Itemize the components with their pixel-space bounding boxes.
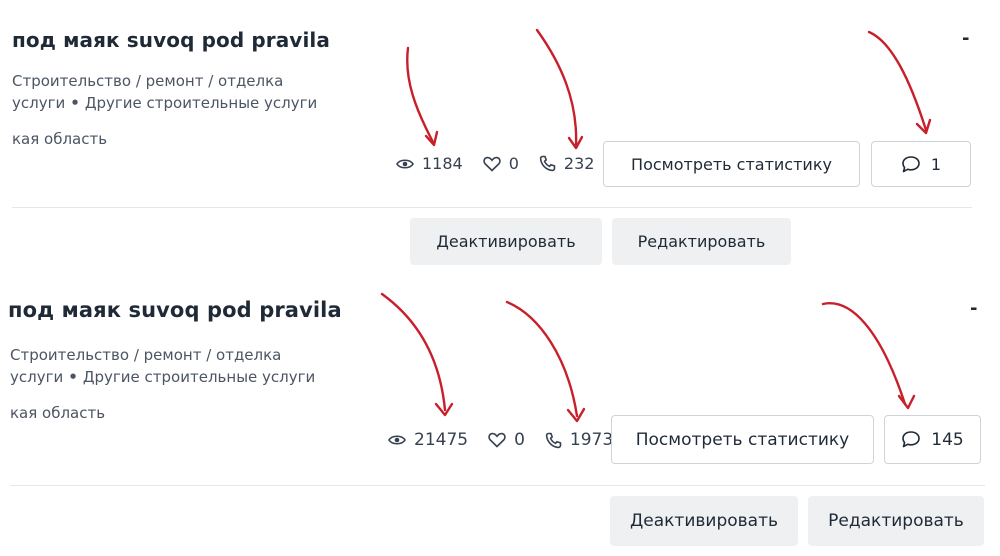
red-arrow-icon [915,118,932,135]
likes-stat: 0 [488,430,525,450]
messages-button[interactable]: 145 [884,415,981,464]
chat-bubble-icon [902,155,920,172]
listing-title[interactable]: под маяк suvoq pod pravila [12,28,330,52]
listing-category: Строительство / ремонт / отделка [12,70,283,92]
eye-icon [388,435,406,445]
edit-button[interactable]: Редактировать [808,496,984,546]
likes-count: 0 [514,430,525,450]
divider [10,485,985,486]
listing-region: кая область [10,404,106,422]
phone-icon [545,432,562,448]
red-arrow-icon [424,130,439,147]
calls-count: 1973 [569,430,614,450]
listing-region: кая область [12,130,108,148]
deactivate-button[interactable]: Деактивировать [410,218,602,265]
listing-title[interactable]: под маяк suvoq pod pravila [8,298,342,322]
more-options-button[interactable]: - [970,298,977,319]
view-statistics-button[interactable]: Посмотреть статистику [611,415,874,464]
edit-button[interactable]: Редактировать [612,218,791,265]
calls-count: 232 [563,154,595,173]
phone-icon [539,155,556,172]
deactivate-button[interactable]: Деактивировать [610,496,798,546]
red-arrow-icon [505,300,579,418]
heart-icon [483,156,501,172]
red-arrow-icon [380,292,447,412]
views-count: 21475 [414,430,469,450]
likes-stat: 0 [483,154,519,173]
separator-dot: • [68,368,78,386]
red-arrow-icon [406,46,436,146]
listing-subcategory: услуги • Другие строительные услуги [12,92,317,114]
subcategory-prefix: услуги [10,368,64,386]
messages-count: 145 [931,429,964,450]
listing-card: под маяк suvoq pod pravila - Строительст… [0,0,1000,278]
category-path: Строительство / ремонт / отделка [12,72,284,90]
messages-count: 1 [930,154,942,174]
listing-card: под маяк suvoq pod pravila - Строительст… [0,278,1000,556]
red-arrow-icon [535,28,578,148]
red-arrow-icon [897,394,916,410]
views-count: 1184 [422,154,463,173]
subcategory-name: Другие строительные услуги [84,94,318,112]
listing-category: Строительство / ремонт / отделка [10,344,281,366]
view-statistics-button[interactable]: Посмотреть статистику [603,141,860,187]
eye-icon [396,158,414,169]
subcategory-name: Другие строительные услуги [82,368,316,386]
red-arrow-icon [821,302,907,406]
listing-subcategory: услуги • Другие строительные услуги [10,366,315,388]
red-arrow-icon [567,135,584,150]
calls-stat: 232 [539,154,595,173]
separator-dot: • [70,94,80,112]
listing-stats: 1184 0 232 [396,154,614,173]
chat-bubble-icon [902,431,921,448]
category-path: Строительство / ремонт / отделка [10,346,282,364]
messages-button[interactable]: 1 [871,141,971,187]
divider [12,207,972,208]
likes-count: 0 [508,154,519,173]
listing-stats: 21475 0 1973 [388,430,633,450]
red-arrow-icon [566,407,586,423]
red-arrow-icon [867,30,928,132]
views-stat: 21475 [388,430,468,450]
red-arrow-icon [434,402,454,417]
heart-icon [488,432,506,448]
more-options-button[interactable]: - [962,28,969,49]
calls-stat: 1973 [545,430,613,450]
subcategory-prefix: услуги [12,94,66,112]
views-stat: 1184 [396,154,463,173]
